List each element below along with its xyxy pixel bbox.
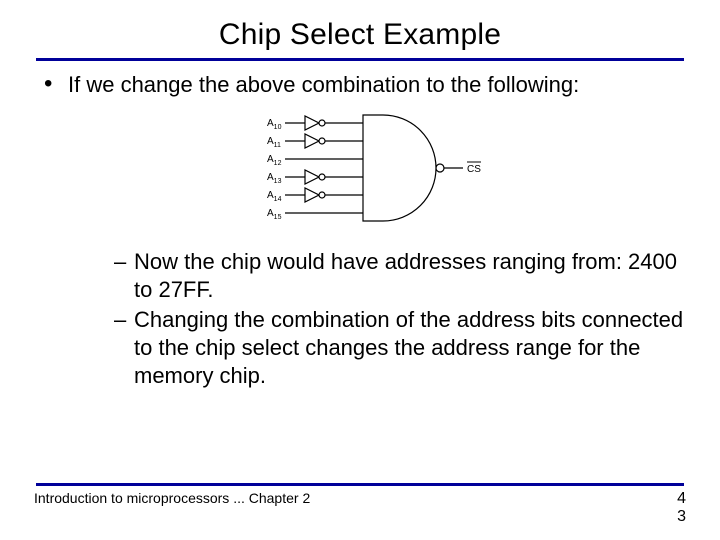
label-a13: A13 — [267, 172, 282, 185]
sub-bullet-text: Changing the combination of the address … — [134, 306, 686, 390]
dash-icon: – — [114, 248, 134, 304]
bullet-text: If we change the above combination to th… — [68, 71, 579, 99]
slide-title: Chip Select Example — [34, 18, 686, 52]
footer-left-text: Introduction to microprocessors ... Chap… — [34, 490, 310, 526]
title-rule — [36, 58, 684, 61]
sub-bullet: – Now the chip would have addresses rang… — [114, 248, 686, 304]
page-number: 4 3 — [677, 490, 686, 526]
bullet-level1: • If we change the above combination to … — [44, 71, 686, 99]
page-number-top: 4 — [677, 490, 686, 508]
slide-footer: Introduction to microprocessors ... Chap… — [34, 479, 686, 526]
label-cs: CS — [467, 164, 481, 175]
label-a15: A15 — [267, 208, 282, 221]
sub-bullet-group: – Now the chip would have addresses rang… — [44, 248, 686, 390]
sub-bullet-text: Now the chip would have addresses rangin… — [134, 248, 686, 304]
label-a10: A10 — [267, 118, 282, 131]
footer-rule — [36, 483, 684, 486]
sub-bullet: – Changing the combination of the addres… — [114, 306, 686, 390]
circuit-diagram: A10 A11 A12 A13 A14 A15 CS — [44, 105, 686, 238]
label-a14: A14 — [267, 190, 282, 203]
page-number-bottom: 3 — [677, 508, 686, 526]
label-a12: A12 — [267, 154, 282, 167]
slide-content: • If we change the above combination to … — [34, 71, 686, 390]
dash-icon: – — [114, 306, 134, 390]
bullet-dot-icon: • — [44, 71, 68, 99]
label-a11: A11 — [267, 136, 281, 149]
nand-gate-diagram: A10 A11 A12 A13 A14 A15 CS — [245, 105, 485, 233]
